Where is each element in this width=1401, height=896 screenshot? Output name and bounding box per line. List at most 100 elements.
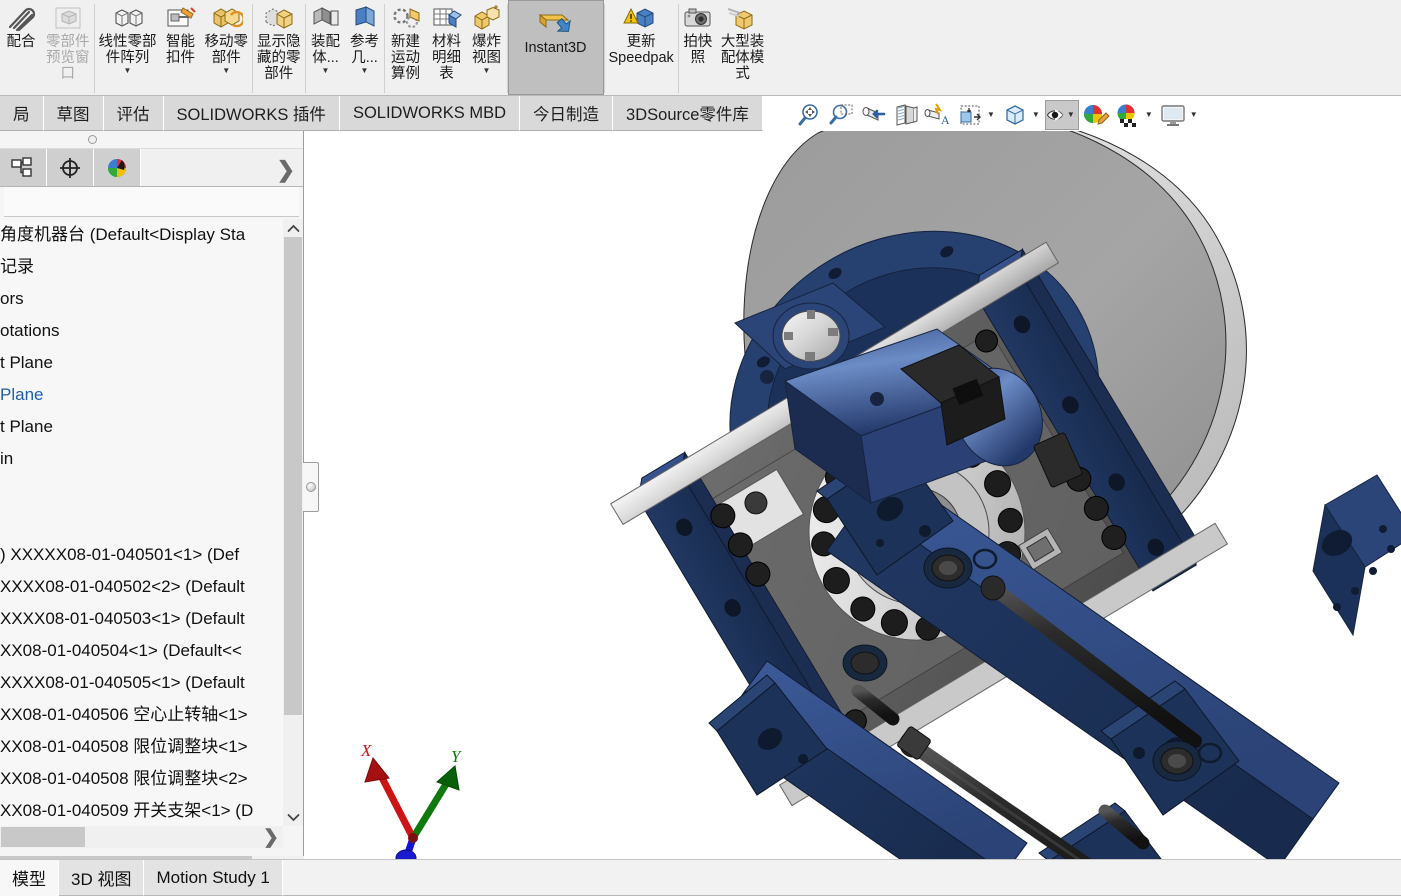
chevron-down-icon[interactable]: ▼ — [322, 67, 330, 75]
tab-today-manufacturing[interactable]: 今日制造 — [520, 96, 614, 131]
previous-view-icon[interactable] — [859, 100, 889, 130]
ribbon-label: 藏的零 — [257, 50, 301, 67]
chevron-down-icon[interactable]: ▼ — [1190, 110, 1198, 119]
ribbon-button-assembly-features[interactable]: 装配 体... ▼ — [306, 0, 346, 95]
panel-filter-box[interactable] — [4, 187, 299, 217]
tree-item-part-040509[interactable]: XX08-01-040509 开关支架<1> (D — [0, 795, 303, 826]
hide-show-items-icon[interactable]: ▼ — [1044, 99, 1079, 130]
tree-item-top-plane[interactable]: Plane — [0, 379, 303, 411]
chevron-down-icon[interactable]: ▼ — [1145, 110, 1153, 119]
chevron-down-icon[interactable]: ▼ — [483, 67, 491, 75]
ribbon-button-exploded-view[interactable]: 爆炸 视图 ▼ — [467, 0, 507, 95]
tab-evaluate[interactable]: 评估 — [103, 96, 164, 131]
triad-x-label: X — [360, 741, 372, 760]
svg-text:A: A — [941, 113, 950, 127]
tab-sw-addins[interactable]: SOLIDWORKS 插件 — [163, 96, 340, 131]
chevron-down-icon[interactable]: ▼ — [222, 67, 230, 75]
tree-item-sensors[interactable]: ors — [0, 283, 303, 315]
component-preview-icon — [53, 3, 83, 33]
zoom-to-area-icon[interactable] — [827, 100, 857, 130]
tree-item-front-plane[interactable]: t Plane — [0, 347, 303, 379]
dynamic-annotation-icon[interactable]: A — [923, 100, 953, 130]
edit-appearance-icon[interactable] — [1081, 100, 1111, 130]
section-view-icon[interactable] — [891, 100, 921, 130]
panel-expand-button[interactable]: ❯ — [277, 157, 295, 183]
tab-sketch[interactable]: 草图 — [43, 96, 104, 131]
bottom-tab-motion-study-1[interactable]: Motion Study 1 — [144, 860, 283, 896]
panel-tab-property-manager[interactable] — [47, 149, 94, 186]
view-settings-icon[interactable] — [1158, 100, 1188, 130]
chevron-down-icon[interactable]: ▼ — [1067, 110, 1075, 119]
ribbon-label: 运动 — [391, 50, 420, 67]
instant3d-icon — [534, 9, 578, 39]
ribbon-button-component-preview-window[interactable]: 零部件 预览窗 口 — [42, 0, 94, 95]
ribbon-button-move-component[interactable]: 移动零 部件 ▼ — [201, 0, 253, 95]
tree-item-root[interactable]: 角度机器台 (Default<Display Sta — [0, 219, 303, 251]
ribbon-label: 智能 — [166, 34, 195, 50]
ribbon-toolbar: 配合 零部件 预览窗 口 线性零部 件阵列 ▼ 智能 扣件 移动零 部件 ▼ 显… — [0, 0, 1401, 96]
tab-sw-mbd[interactable]: SOLIDWORKS MBD — [339, 96, 521, 131]
pin-icon[interactable] — [88, 135, 97, 144]
bottom-tab-model[interactable]: 模型 — [0, 860, 59, 896]
apply-scene-icon[interactable] — [1113, 100, 1143, 130]
zoom-to-fit-icon[interactable] — [795, 100, 825, 130]
scrollbar-thumb[interactable] — [284, 237, 302, 715]
tree-item-part-040505[interactable]: XXXX08-01-040505<1> (Default — [0, 667, 303, 699]
tree-item-part-040508-1[interactable]: XX08-01-040508 限位调整块<1> — [0, 731, 303, 763]
tab-3dsource-parts[interactable]: 3DSource零件库 — [613, 96, 763, 131]
tree-item-part-040502[interactable]: XXXX08-01-040502<2> (Default — [0, 571, 303, 603]
feature-tree-horizontal-scrollbar[interactable]: ❯ — [0, 826, 283, 848]
chevron-down-icon[interactable]: ▼ — [361, 67, 369, 75]
view-toolbar: A ▼ ▼ ▼ ▼ ▼ — [795, 98, 1201, 131]
scrollbar-thumb[interactable] — [1, 827, 85, 847]
display-style-icon[interactable] — [1000, 100, 1030, 130]
ribbon-button-large-assembly-mode[interactable]: 大型装 配体模 式 — [717, 0, 769, 95]
scroll-down-arrow-icon[interactable] — [283, 808, 303, 826]
feature-tree[interactable]: 角度机器台 (Default<Display Sta 记录 ors otatio… — [0, 219, 303, 826]
tree-item-annotations[interactable]: otations — [0, 315, 303, 347]
graphics-area[interactable]: X Y Z — [305, 131, 1401, 859]
scroll-up-arrow-icon[interactable] — [283, 219, 303, 237]
tree-item-part-040501[interactable]: ) XXXXX08-01-040501<1> (Def — [0, 539, 303, 571]
ribbon-button-bill-of-materials[interactable]: 材料 明细 表 — [427, 0, 467, 95]
ribbon-button-take-snapshot[interactable]: 拍快 照 — [679, 0, 717, 95]
ribbon-label: 部件 — [211, 50, 241, 67]
view-orientation-icon[interactable] — [955, 100, 985, 130]
chevron-down-icon[interactable]: ▼ — [987, 110, 995, 119]
ribbon-button-mate[interactable]: 配合 — [0, 0, 42, 95]
tree-scroll-right-arrow[interactable]: ❯ — [261, 826, 281, 848]
ribbon-label: 装配 — [311, 34, 340, 50]
tree-item-history[interactable]: 记录 — [0, 251, 303, 283]
tree-item-part-040503[interactable]: XXXX08-01-040503<1> (Default — [0, 603, 303, 635]
ribbon-button-linear-component-pattern[interactable]: 线性零部 件阵列 ▼ — [95, 0, 161, 95]
panel-splitter-handle[interactable] — [303, 462, 319, 512]
camera-icon — [683, 3, 713, 33]
tree-item-part-040506[interactable]: XX08-01-040506 空心止转轴<1> — [0, 699, 303, 731]
ribbon-button-update-speedpak[interactable]: 更新 Speedpak — [605, 0, 678, 95]
model-3d-view[interactable]: X Y Z — [305, 131, 1401, 859]
bottom-tab-3d-views[interactable]: 3D 视图 — [59, 860, 145, 896]
tree-item-origin[interactable]: in — [0, 443, 303, 475]
ribbon-button-reference-geometry[interactable]: 参考 几... ▼ — [346, 0, 384, 95]
property-manager-icon — [60, 157, 80, 178]
chevron-down-icon[interactable]: ▼ — [124, 67, 132, 75]
ribbon-button-new-motion-study[interactable]: 新建 运动 算例 — [385, 0, 427, 95]
tree-item-part-040504[interactable]: XX08-01-040504<1> (Default<< — [0, 635, 303, 667]
ribbon-button-show-hidden-components[interactable]: 显示隐 藏的零 部件 — [253, 0, 305, 95]
ribbon-button-smart-fasteners[interactable]: 智能 扣件 — [161, 0, 201, 95]
ribbon-label: 扣件 — [166, 50, 195, 67]
ribbon-button-instant3d[interactable]: Instant3D — [507, 0, 604, 95]
ribbon-label: Instant3D — [524, 40, 587, 56]
exploded-view-icon — [471, 3, 503, 33]
feature-tree-vertical-scrollbar[interactable] — [283, 219, 303, 826]
tree-item-right-plane[interactable]: t Plane — [0, 411, 303, 443]
panel-tab-display-manager[interactable] — [94, 149, 141, 186]
display-manager-icon — [108, 158, 126, 177]
triad-y-label: Y — [451, 747, 462, 766]
bottom-tab-filler — [282, 860, 1401, 896]
panel-tab-feature-manager[interactable] — [0, 149, 47, 186]
chevron-down-icon[interactable]: ▼ — [1032, 110, 1040, 119]
tree-item-part-040508-2[interactable]: XX08-01-040508 限位调整块<2> — [0, 763, 303, 795]
tab-layout[interactable]: 局 — [0, 96, 44, 131]
ribbon-label: 式 — [735, 66, 750, 83]
